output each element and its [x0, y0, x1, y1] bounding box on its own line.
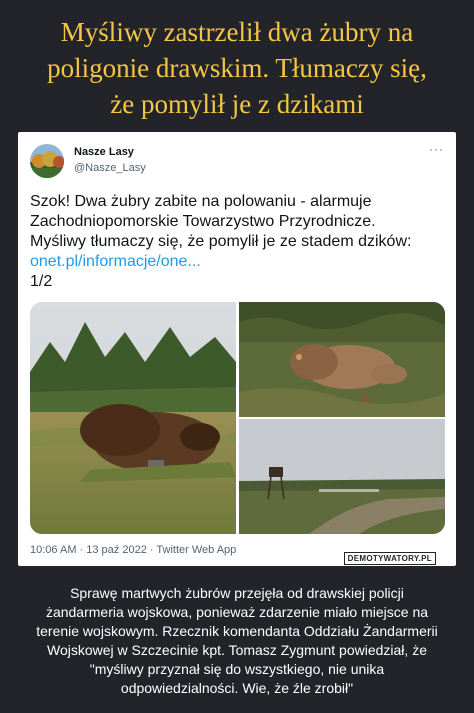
account-handle[interactable]: @Nasze_Lasy: [74, 162, 146, 174]
article-link[interactable]: onet.pl/informacje/one...: [30, 252, 448, 272]
caption: Sprawę martwych żubrów przejęła od draws…: [36, 585, 438, 696]
headline-line-1: Myśliwy zastrzelił dwa żubry na: [60, 17, 414, 47]
dead-bison-photo[interactable]: [239, 302, 445, 417]
more-options-icon[interactable]: ···: [429, 142, 444, 156]
tweet-text: Szok! Dwa żubry zabite na polowaniu - al…: [30, 192, 448, 292]
bison-meadow-photo[interactable]: [30, 302, 236, 534]
hunting-tower-photo[interactable]: [239, 419, 445, 534]
account-name[interactable]: Nasze Lasy: [74, 146, 134, 158]
tweet-text-line-3: Myśliwy tłumaczy się, że pomylił je ze s…: [30, 233, 412, 250]
thread-counter: 1/2: [30, 273, 53, 290]
headline: Myśliwy zastrzelił dwa żubry na poligoni…: [0, 14, 474, 122]
headline-line-2: poligonie drawskim. Tłumaczy się,: [47, 53, 427, 83]
tweet-media: [30, 302, 445, 534]
tweet-text-line-1: Szok! Dwa żubry zabite na polowaniu - al…: [30, 193, 372, 210]
headline-line-3: że pomylił je z dzikami: [110, 89, 364, 119]
tweet-card: Nasze Lasy @Nasze_Lasy ··· Szok! Dwa żub…: [18, 132, 456, 566]
tweet-meta[interactable]: 10:06 AM · 13 paź 2022 · Twitter Web App: [30, 544, 236, 556]
avatar[interactable]: [30, 144, 64, 178]
watermark: DEMOTYWATORY.PL: [343, 552, 436, 565]
tweet-text-line-2: Zachodniopomorskie Towarzystwo Przyrodni…: [30, 213, 376, 230]
